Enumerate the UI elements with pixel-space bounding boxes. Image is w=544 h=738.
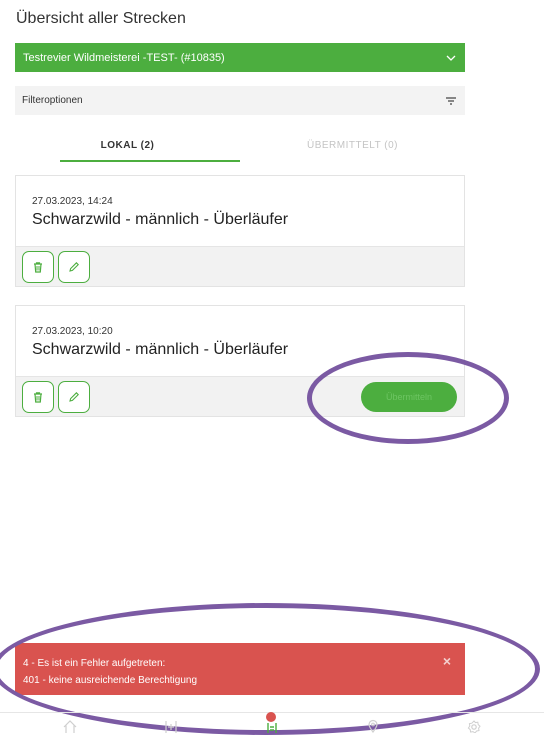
filter-options-label: Filteroptionen (22, 95, 83, 106)
trash-icon (34, 261, 42, 273)
filter-icon[interactable] (444, 94, 458, 108)
revier-select[interactable]: Testrevier Wildmeisterei -TEST- (#10835) (15, 43, 465, 72)
delete-button[interactable] (22, 250, 54, 283)
notification-badge (265, 712, 276, 722)
pencil-icon (69, 391, 79, 402)
page-title: Übersicht aller Strecken (16, 10, 186, 27)
error-toast: 4 - Es ist ein Fehler aufgetreten: 401 -… (15, 643, 465, 695)
tab-uebermittelt[interactable]: ÜBERMITTELT (0) (240, 128, 465, 162)
entry-date: 27.03.2023, 14:24 (32, 196, 113, 207)
entry-title: Schwarzwild - männlich - Überläufer (32, 211, 289, 228)
settings-icon (467, 720, 481, 733)
close-icon[interactable]: × (443, 653, 451, 670)
trash-icon (34, 391, 42, 403)
nav-add[interactable] (151, 713, 191, 738)
add-icon (165, 721, 177, 733)
submit-button[interactable]: Übermitteln (361, 381, 457, 412)
error-message-line2: 401 - keine ausreichende Berechtigung (23, 675, 198, 686)
chevron-down-icon (445, 52, 457, 64)
delete-button[interactable] (22, 380, 54, 413)
pencil-icon (69, 261, 79, 272)
entry-title: Schwarzwild - männlich - Überläufer (32, 341, 289, 358)
entry-date: 27.03.2023, 10:20 (32, 326, 113, 337)
bottom-nav (0, 712, 544, 738)
nav-home[interactable] (50, 713, 90, 738)
nav-map[interactable] (353, 713, 393, 738)
nav-list[interactable] (252, 712, 292, 738)
strecke-card: 27.03.2023, 14:24 Schwarzwild - männlich… (15, 175, 465, 287)
nav-settings[interactable] (454, 713, 494, 738)
filter-options[interactable]: Filteroptionen (15, 86, 465, 115)
home-icon (63, 720, 77, 733)
tabs: LOKAL (2) ÜBERMITTELT (0) (15, 128, 465, 162)
tab-lokal[interactable]: LOKAL (2) (15, 128, 240, 162)
edit-button[interactable] (58, 250, 90, 283)
map-pin-icon (368, 719, 378, 733)
edit-button[interactable] (58, 380, 90, 413)
revier-select-value: Testrevier Wildmeisterei -TEST- (#10835) (23, 51, 225, 64)
error-message-line1: 4 - Es ist ein Fehler aufgetreten: (23, 658, 166, 669)
strecke-card: 27.03.2023, 10:20 Schwarzwild - männlich… (15, 305, 465, 417)
